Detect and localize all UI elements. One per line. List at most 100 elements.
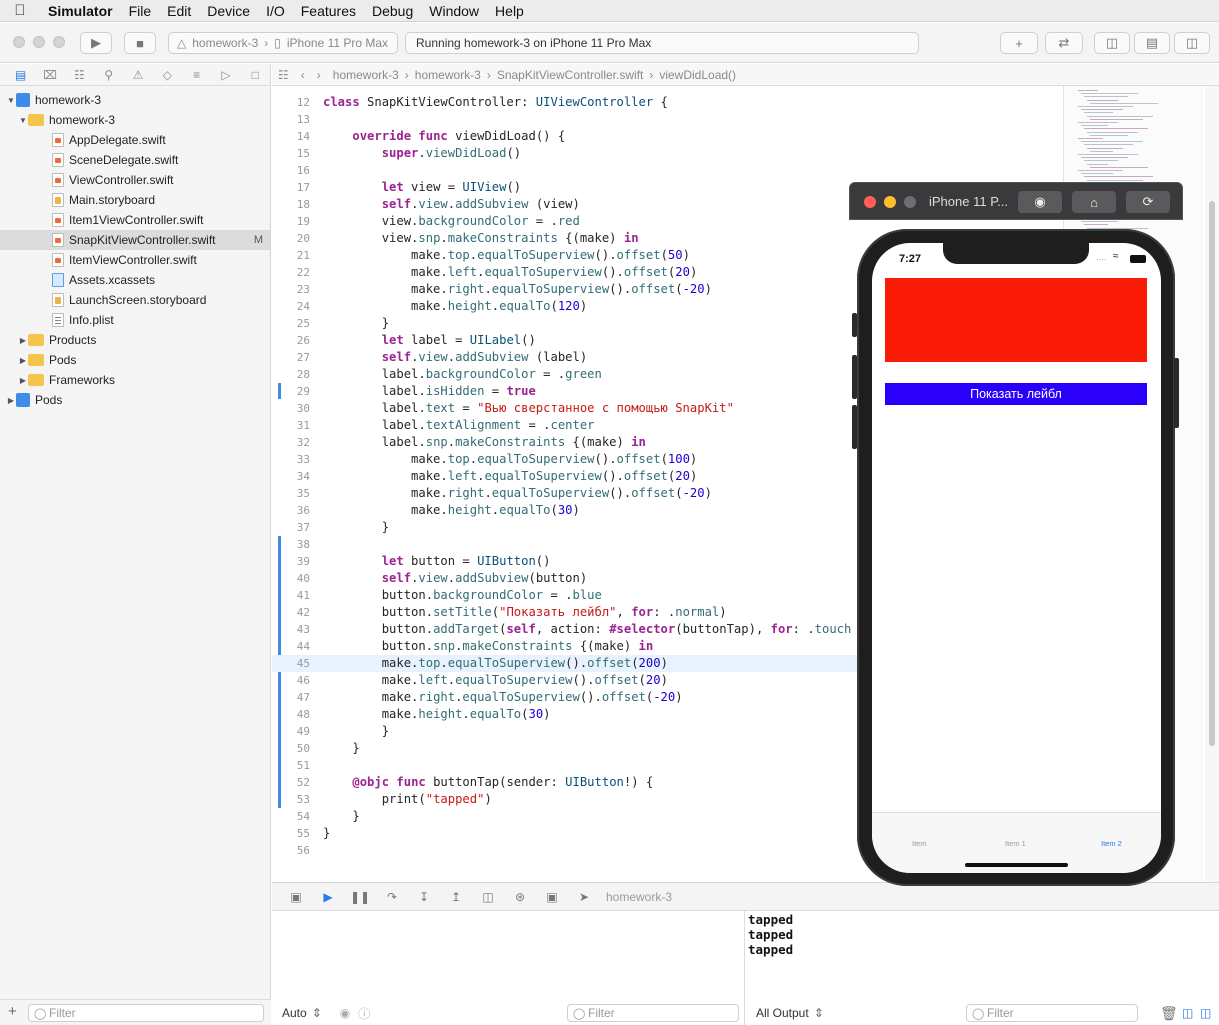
eye-icon[interactable]: ◉ — [340, 1006, 350, 1020]
breadcrumb-project[interactable]: homework-3 — [327, 68, 405, 82]
tree-item[interactable]: ▼ homework-3 — [0, 90, 270, 110]
scheme-selector[interactable]: △ homework-3 › ▯ iPhone 11 Pro Max — [168, 32, 398, 54]
disclosure-open-icon[interactable]: ▼ — [18, 116, 28, 125]
variables-filter-input[interactable]: ◯ Filter — [567, 1004, 739, 1022]
code-review-button[interactable]: ⇄ — [1045, 32, 1083, 54]
step-into-icon[interactable]: ↧ — [408, 890, 440, 904]
breadcrumb-method[interactable]: viewDidLoad() — [653, 68, 742, 82]
phone-screen[interactable]: 7:27 …. ≈ Показать лейбл Item Item 1 Ite… — [872, 243, 1161, 873]
tab-item-1[interactable]: Item 1 — [1005, 839, 1026, 848]
menu-file[interactable]: File — [121, 3, 160, 19]
rotate-button[interactable]: ⟳ — [1126, 191, 1170, 213]
library-button[interactable]: + — [1000, 32, 1038, 54]
console-filter-input[interactable]: ◯ Filter — [966, 1004, 1138, 1022]
tree-item[interactable]: ItemViewController.swift — [0, 250, 270, 270]
hide-debug-area-icon[interactable]: ▣ — [280, 890, 312, 904]
folder-icon[interactable]: ▤ — [6, 68, 35, 82]
menu-device[interactable]: Device — [199, 3, 258, 19]
tab-item[interactable]: Item — [912, 839, 927, 848]
code-line[interactable]: 12 class SnapKitViewController: UIViewCon… — [272, 94, 1062, 111]
view-debugger-icon[interactable]: ◫ — [472, 890, 504, 904]
run-button[interactable]: ▶ — [80, 32, 112, 54]
sim-minimize-button[interactable] — [884, 196, 896, 208]
variables-view[interactable]: Auto ⇕ ◉ ⓘ ◯ Filter — [272, 911, 745, 1025]
toggle-navigator-button[interactable]: ◫ — [1094, 32, 1130, 54]
scope-selector[interactable]: Auto — [282, 1006, 307, 1020]
menu-debug[interactable]: Debug — [364, 3, 421, 19]
tree-item[interactable]: LaunchScreen.storyboard — [0, 290, 270, 310]
tree-item[interactable]: ViewController.swift — [0, 170, 270, 190]
minimize-window-button[interactable] — [33, 36, 45, 48]
menu-features[interactable]: Features — [293, 3, 364, 19]
breakpoint-icon[interactable]: ▷ — [211, 68, 240, 82]
menu-io[interactable]: I/O — [258, 3, 293, 19]
tree-item[interactable]: Info.plist — [0, 310, 270, 330]
home-button[interactable]: ⌂ — [1072, 191, 1116, 213]
navigator-filter-input[interactable]: ◯ Filter — [28, 1004, 264, 1022]
sim-zoom-button[interactable] — [904, 196, 916, 208]
code-line[interactable]: 16 — [272, 162, 1062, 179]
source-control-icon[interactable]: ⌧ — [35, 68, 64, 82]
apple-menu-icon[interactable]:  — [0, 2, 40, 19]
split-left-icon[interactable]: ◫ — [1182, 1006, 1193, 1020]
warning-icon[interactable]: ⚠ — [123, 68, 152, 82]
tree-item[interactable]: ▶ Products — [0, 330, 270, 350]
output-mode-selector[interactable]: All Output — [756, 1006, 809, 1020]
menu-window[interactable]: Window — [421, 3, 487, 19]
toggle-inspector-button[interactable]: ◫ — [1174, 32, 1210, 54]
tab-item-2[interactable]: Item 2 — [1101, 839, 1122, 848]
tree-item[interactable]: Main.storyboard — [0, 190, 270, 210]
split-right-icon[interactable]: ◫ — [1200, 1006, 1211, 1020]
disclosure-open-icon[interactable]: ▼ — [6, 96, 16, 105]
trash-icon[interactable]: 🗑 — [1160, 1005, 1178, 1022]
disclosure-closed-icon[interactable]: ▶ — [18, 376, 28, 385]
breakpoints-toggle-icon[interactable]: ▶ — [312, 890, 344, 904]
step-over-icon[interactable]: ↷ — [376, 890, 408, 904]
environment-overrides-icon[interactable]: ▣ — [536, 890, 568, 904]
menu-edit[interactable]: Edit — [159, 3, 199, 19]
scrollbar-thumb[interactable] — [1209, 201, 1215, 746]
forward-icon[interactable]: › — [311, 68, 327, 82]
related-items-icon[interactable]: ☷ — [272, 68, 295, 82]
menu-help[interactable]: Help — [487, 3, 532, 19]
step-out-icon[interactable]: ↥ — [440, 890, 472, 904]
tree-item[interactable]: AppDelegate.swift — [0, 130, 270, 150]
simulate-location-icon[interactable]: ➤ — [568, 890, 600, 904]
editor-scrollbar[interactable] — [1205, 86, 1219, 882]
tree-item[interactable]: ▶ Pods — [0, 350, 270, 370]
test-icon[interactable]: ◇ — [153, 68, 182, 82]
code-line[interactable]: 15 super.viewDidLoad() — [272, 145, 1062, 162]
zoom-window-button[interactable] — [53, 36, 65, 48]
disclosure-closed-icon[interactable]: ▶ — [18, 336, 28, 345]
disclosure-closed-icon[interactable]: ▶ — [6, 396, 16, 405]
debug-target[interactable]: homework-3 — [606, 890, 672, 904]
breadcrumb-file[interactable]: SnapKitViewController.swift — [491, 68, 650, 82]
close-window-button[interactable] — [13, 36, 25, 48]
code-line[interactable]: 14 override func viewDidLoad() { — [272, 128, 1062, 145]
back-icon[interactable]: ‹ — [295, 68, 311, 82]
tree-item[interactable]: SceneDelegate.swift — [0, 150, 270, 170]
add-icon[interactable]: + — [8, 1003, 17, 1020]
menu-app[interactable]: Simulator — [40, 3, 121, 19]
hierarchy-icon[interactable]: ☷ — [65, 68, 94, 82]
tree-item[interactable]: Assets.xcassets — [0, 270, 270, 290]
debug-icon[interactable]: ≡ — [182, 68, 211, 82]
show-label-button[interactable]: Показать лейбл — [885, 383, 1147, 405]
tree-item[interactable]: Item1ViewController.swift — [0, 210, 270, 230]
memory-graph-icon[interactable]: ⊛ — [504, 890, 536, 904]
stop-button[interactable]: ■ — [124, 32, 156, 54]
tree-item[interactable]: ▶ Frameworks — [0, 370, 270, 390]
report-icon[interactable]: □ — [241, 68, 270, 82]
pause-icon[interactable]: ❚❚ — [344, 890, 376, 904]
search-icon[interactable]: ⚲ — [94, 68, 123, 82]
tree-item[interactable]: ▶ Pods — [0, 390, 270, 410]
code-line[interactable]: 13 — [272, 111, 1062, 128]
toggle-debug-area-button[interactable]: ▤ — [1134, 32, 1170, 54]
sim-close-button[interactable] — [864, 196, 876, 208]
disclosure-closed-icon[interactable]: ▶ — [18, 356, 28, 365]
console-view[interactable]: tapped tapped tapped All Output ⇕ ◯ Filt… — [746, 911, 1219, 1025]
tree-item[interactable]: SnapKitViewController.swift M — [0, 230, 270, 250]
info-icon[interactable]: ⓘ — [358, 1005, 370, 1022]
tree-item[interactable]: ▼ homework-3 — [0, 110, 270, 130]
breadcrumb-group[interactable]: homework-3 — [409, 68, 487, 82]
